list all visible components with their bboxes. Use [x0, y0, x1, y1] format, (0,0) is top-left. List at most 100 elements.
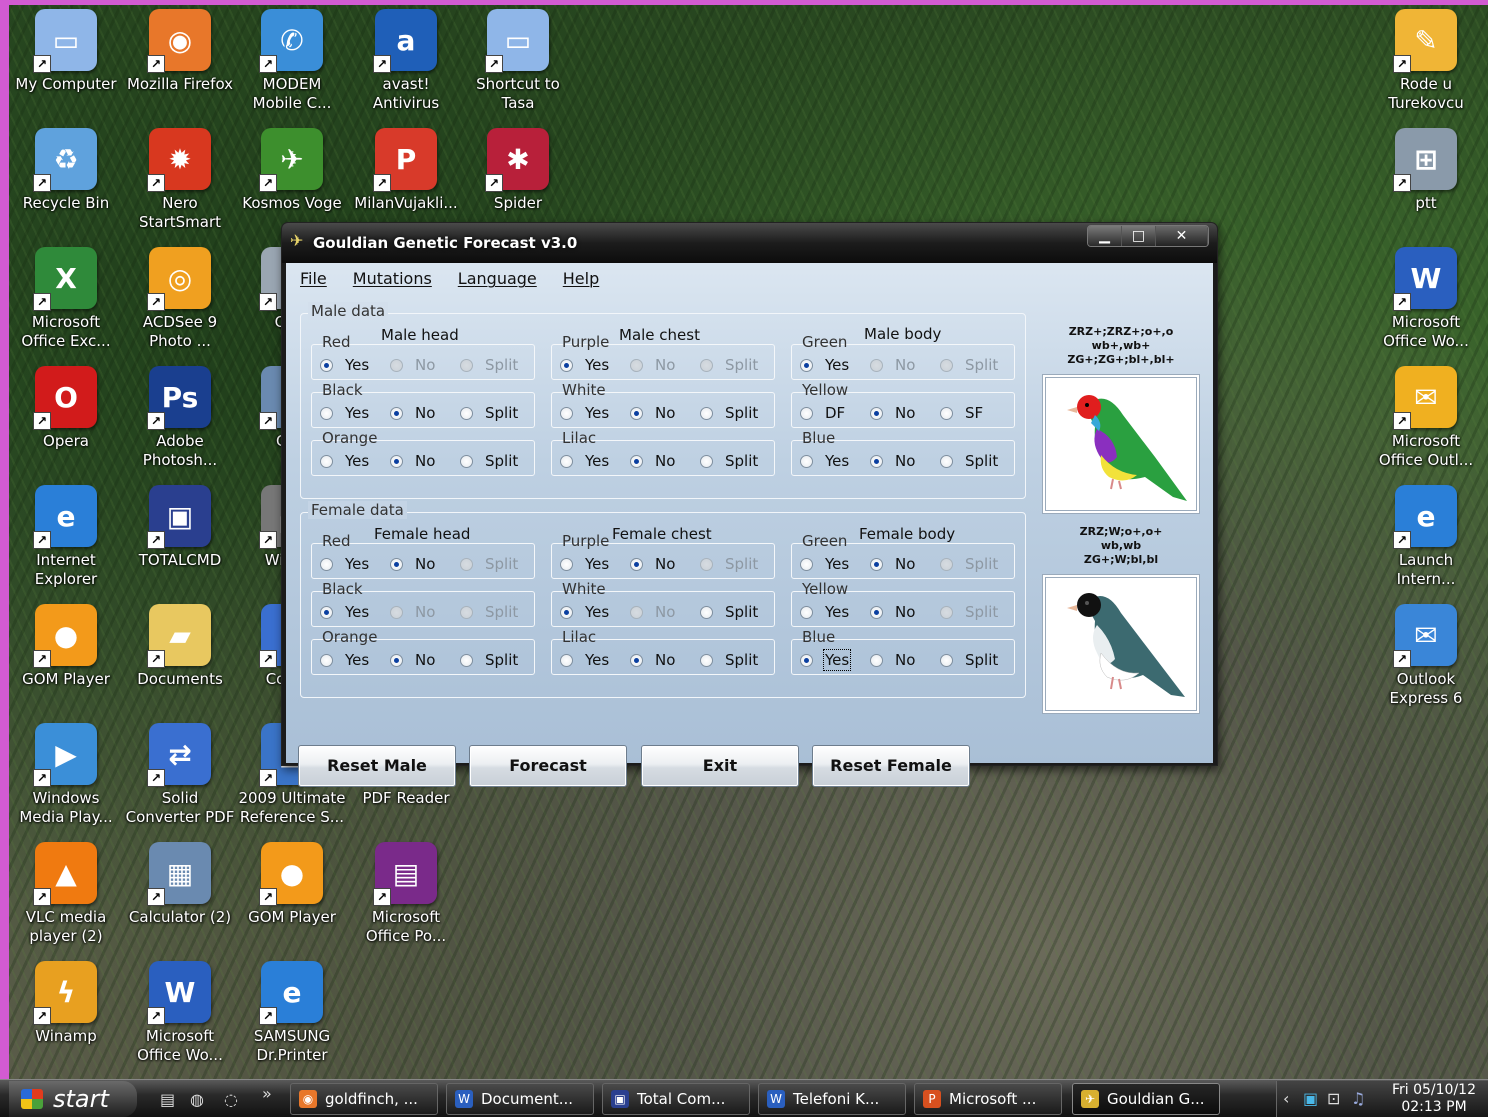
- female-orange-split-radio[interactable]: Split: [460, 651, 518, 669]
- desktop-icon[interactable]: ▲ ↗ VLC media player (2): [10, 838, 122, 956]
- desktop-icon[interactable]: ♻ ↗ Recycle Bin: [10, 124, 122, 242]
- taskbar-item[interactable]: ✈ Gouldian G...: [1072, 1083, 1220, 1115]
- male-orange-split-radio[interactable]: Split: [460, 452, 518, 470]
- desktop-icon[interactable]: ▦ ↗ Calculator (2): [124, 838, 236, 956]
- minimize-button[interactable]: ▁: [1088, 226, 1122, 246]
- male-yellow-no-radio[interactable]: No: [870, 404, 915, 422]
- ie-quicklaunch-icon[interactable]: ◍: [190, 1090, 204, 1109]
- female-green-yes-radio[interactable]: Yes: [800, 555, 849, 573]
- male-yellow-df-radio[interactable]: DF: [800, 404, 845, 422]
- female-orange-yes-radio[interactable]: Yes: [320, 651, 369, 669]
- female-purple-no-radio[interactable]: No: [630, 555, 675, 573]
- male-white-yes-radio[interactable]: Yes: [560, 404, 609, 422]
- male-black-yes-radio[interactable]: Yes: [320, 404, 369, 422]
- desktop-icon[interactable]: ✎ ↗ Rode u Turekovcu: [1370, 5, 1482, 123]
- male-purple-yes-radio[interactable]: Yes: [560, 356, 609, 374]
- male-green-yes-radio[interactable]: Yes: [800, 356, 849, 374]
- female-yellow-yes-radio[interactable]: Yes: [800, 603, 849, 621]
- title-bar[interactable]: ✈ Gouldian Genetic Forecast v3.0 ▁ □ ✕: [282, 223, 1217, 263]
- reset-female-button[interactable]: Reset Female: [812, 745, 970, 787]
- desktop-icon[interactable]: ▭ ↗ My Computer: [10, 5, 122, 123]
- tray-expand-icon[interactable]: ‹: [1283, 1089, 1289, 1108]
- male-white-split-radio[interactable]: Split: [700, 404, 758, 422]
- female-blue-split-radio[interactable]: Split: [940, 651, 998, 669]
- taskbar-item[interactable]: W Telefoni K...: [758, 1083, 906, 1115]
- desktop-icon[interactable]: ✹ ↗ Nero StartSmart: [124, 124, 236, 242]
- female-yellow-no-radio[interactable]: No: [870, 603, 915, 621]
- desktop-icon[interactable]: ✆ ↗ MODEM Mobile C...: [236, 5, 348, 123]
- male-lilac-split-radio[interactable]: Split: [700, 452, 758, 470]
- desktop-icon[interactable]: ⊞ ↗ ptt: [1370, 124, 1482, 242]
- clock[interactable]: Fri 05/10/12 02:13 PM: [1386, 1082, 1482, 1116]
- quicklaunch-overflow[interactable]: »: [262, 1084, 272, 1103]
- female-lilac-no-radio[interactable]: No: [630, 651, 675, 669]
- menu-language[interactable]: Language: [458, 263, 537, 293]
- male-black-no-radio[interactable]: No: [390, 404, 435, 422]
- female-purple-yes-radio[interactable]: Yes: [560, 555, 609, 573]
- volume-tray-icon[interactable]: ♫: [1351, 1089, 1365, 1108]
- female-orange-no-radio[interactable]: No: [390, 651, 435, 669]
- desktop-icon[interactable]: ◎ ↗ ACDSee 9 Photo ...: [124, 243, 236, 361]
- female-blue-no-radio[interactable]: No: [870, 651, 915, 669]
- desktop-icon[interactable]: Ps ↗ Adobe Photosh...: [124, 362, 236, 480]
- desktop-icon[interactable]: e ↗ Internet Explorer: [10, 481, 122, 599]
- desktop-icon[interactable]: e ↗ SAMSUNG Dr.Printer: [236, 957, 348, 1075]
- female-lilac-split-radio[interactable]: Split: [700, 651, 758, 669]
- menu-help[interactable]: Help: [563, 263, 599, 293]
- maximize-button[interactable]: □: [1122, 226, 1156, 246]
- desktop-icon[interactable]: ▭ ↗ Shortcut to Tasa: [462, 5, 574, 123]
- desktop-icon[interactable]: W ↗ Microsoft Office Wo...: [1370, 243, 1482, 361]
- desktop-icon[interactable]: ● ↗ GOM Player: [10, 600, 122, 718]
- desktop-icon[interactable]: ▣ ↗ TOTALCMD: [124, 481, 236, 599]
- close-button[interactable]: ✕: [1156, 226, 1208, 246]
- female-black-yes-radio[interactable]: Yes: [320, 603, 369, 621]
- male-orange-no-radio[interactable]: No: [390, 452, 435, 470]
- taskbar-item[interactable]: ▣ Total Com...: [602, 1083, 750, 1115]
- female-blue-yes-radio[interactable]: Yes: [800, 649, 852, 671]
- desktop-icon[interactable]: e ↗ Launch Intern...: [1370, 481, 1482, 599]
- desktop-icon[interactable]: a ↗ avast! Antivirus: [350, 5, 462, 123]
- desktop-icon[interactable]: ▶ ↗ Windows Media Play...: [10, 719, 122, 837]
- switch-windows-icon[interactable]: ◌: [224, 1090, 238, 1109]
- exit-button[interactable]: Exit: [641, 745, 799, 787]
- network-tray-icon[interactable]: ▣: [1303, 1089, 1318, 1108]
- female-red-yes-radio[interactable]: Yes: [320, 555, 369, 573]
- desktop-icon[interactable]: ▰ ↗ Documents: [124, 600, 236, 718]
- taskbar-item[interactable]: ◉ goldfinch, ...: [290, 1083, 438, 1115]
- male-blue-yes-radio[interactable]: Yes: [800, 452, 849, 470]
- desktop-icon[interactable]: W ↗ Microsoft Office Wo...: [124, 957, 236, 1075]
- desktop-icon[interactable]: ϟ ↗ Winamp: [10, 957, 122, 1075]
- menu-mutations[interactable]: Mutations: [353, 263, 432, 293]
- desktop-icon[interactable]: O ↗ Opera: [10, 362, 122, 480]
- male-blue-split-radio[interactable]: Split: [940, 452, 998, 470]
- male-black-split-radio[interactable]: Split: [460, 404, 518, 422]
- female-red-no-radio[interactable]: No: [390, 555, 435, 573]
- desktop-icon[interactable]: ✉ ↗ Outlook Express 6: [1370, 600, 1482, 718]
- menu-file[interactable]: File: [300, 263, 327, 293]
- male-lilac-yes-radio[interactable]: Yes: [560, 452, 609, 470]
- male-lilac-no-radio[interactable]: No: [630, 452, 675, 470]
- male-blue-no-radio[interactable]: No: [870, 452, 915, 470]
- word-icon: W ↗: [1393, 247, 1457, 311]
- desktop-icon[interactable]: ✉ ↗ Microsoft Office Outl...: [1370, 362, 1482, 480]
- taskbar-item[interactable]: W Document...: [446, 1083, 594, 1115]
- female-white-yes-radio[interactable]: Yes: [560, 603, 609, 621]
- show-desktop-icon[interactable]: ▤: [160, 1090, 175, 1109]
- desktop-icon[interactable]: ⇄ ↗ Solid Converter PDF: [124, 719, 236, 837]
- desktop-icon[interactable]: X ↗ Microsoft Office Exc...: [10, 243, 122, 361]
- taskbar-item[interactable]: P Microsoft ...: [914, 1083, 1062, 1115]
- desktop-icon[interactable]: ● ↗ GOM Player: [236, 838, 348, 956]
- male-yellow-sf-radio[interactable]: SF: [940, 404, 983, 422]
- male-red-yes-radio[interactable]: Yes: [320, 356, 369, 374]
- female-green-no-radio[interactable]: No: [870, 555, 915, 573]
- forecast-button[interactable]: Forecast: [469, 745, 627, 787]
- reset-male-button[interactable]: Reset Male: [298, 745, 456, 787]
- desktop-icon[interactable]: ▤ ↗ Microsoft Office Po...: [350, 838, 462, 956]
- desktop-icon[interactable]: ◉ ↗ Mozilla Firefox: [124, 5, 236, 123]
- male-orange-yes-radio[interactable]: Yes: [320, 452, 369, 470]
- female-lilac-yes-radio[interactable]: Yes: [560, 651, 609, 669]
- female-white-split-radio[interactable]: Split: [700, 603, 758, 621]
- male-white-no-radio[interactable]: No: [630, 404, 675, 422]
- connection-tray-icon[interactable]: ⊡: [1327, 1089, 1340, 1108]
- start-button[interactable]: start: [9, 1081, 137, 1117]
